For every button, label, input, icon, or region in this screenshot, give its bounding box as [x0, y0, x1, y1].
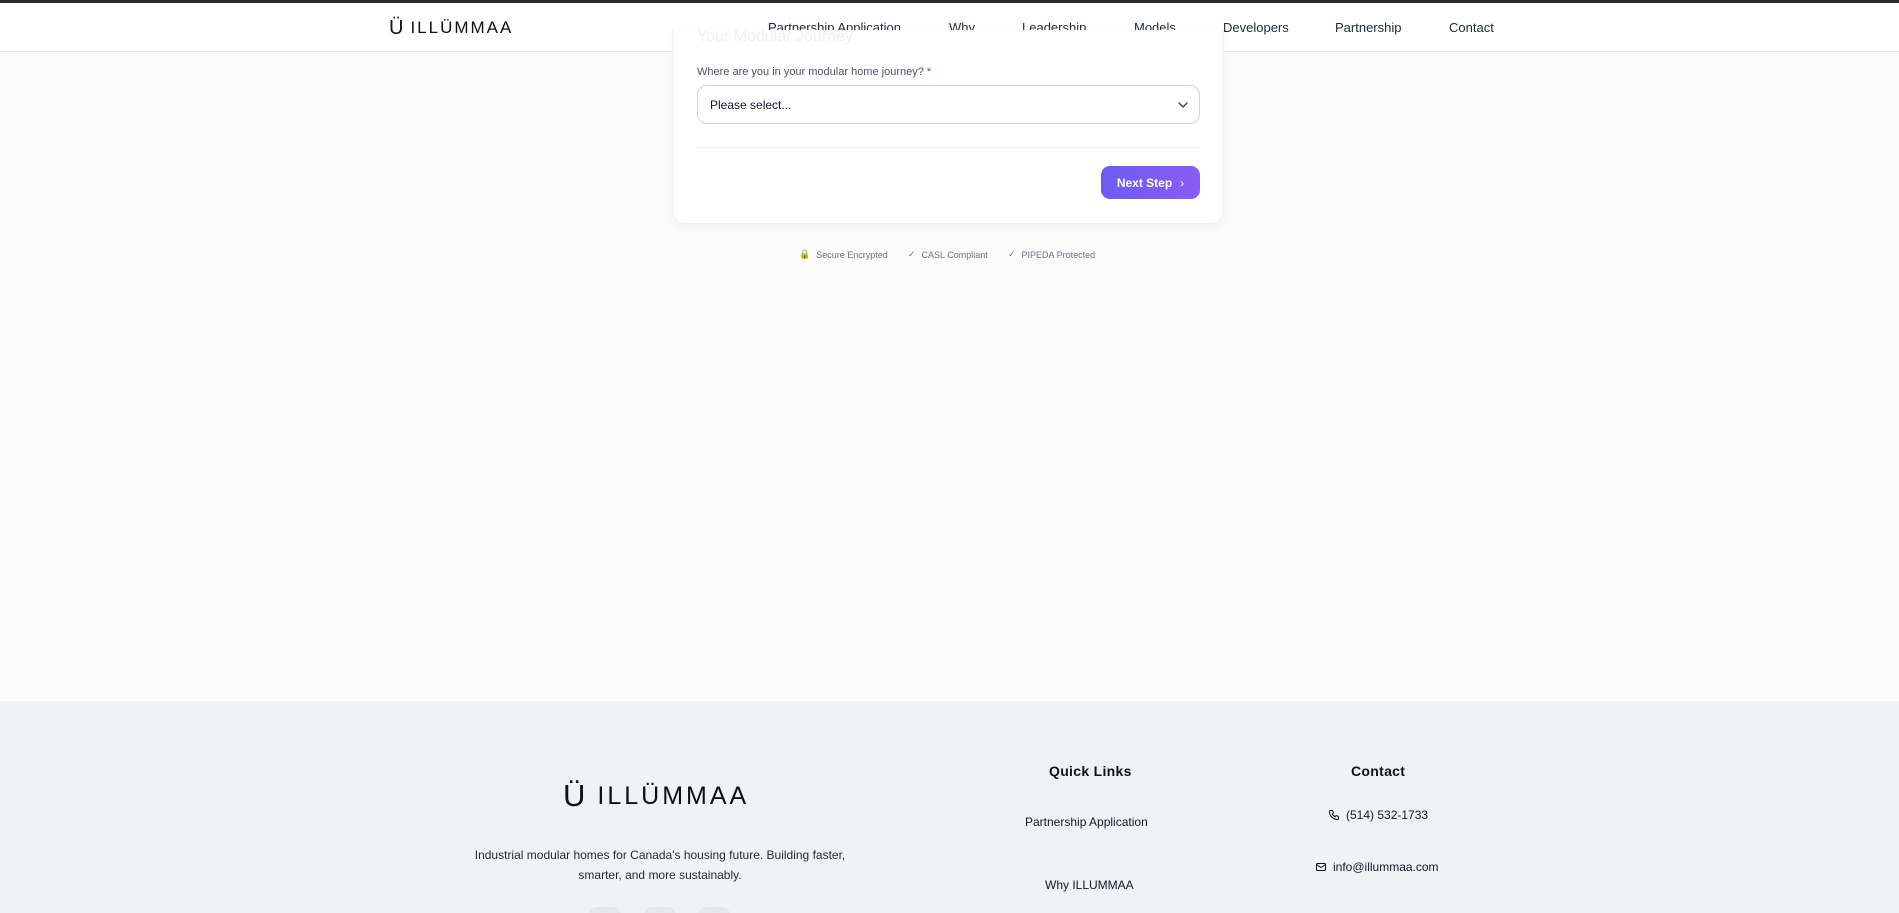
required-asterisk: * — [926, 66, 932, 78]
social-button[interactable] — [589, 907, 621, 913]
badge-casl-compliant: ✓ CASL Compliant — [908, 249, 988, 260]
badge-pipeda-protected: ✓ PIPEDA Protected — [1008, 249, 1095, 260]
form-divider — [697, 147, 1200, 148]
phone-icon — [1329, 810, 1339, 820]
footer-email[interactable]: info@illummaa.com — [1315, 860, 1439, 874]
nav-partnership[interactable]: Partnership — [1335, 20, 1401, 35]
badge-label: Secure Encrypted — [816, 249, 888, 260]
next-step-label: Next Step — [1116, 175, 1173, 190]
badge-secure-encrypted: 🔒 Secure Encrypted — [799, 249, 888, 260]
quick-links-title: Quick Links — [1049, 763, 1132, 779]
social-button[interactable] — [698, 907, 730, 913]
footer-logo[interactable]: Ü ILLÜMMAA — [563, 778, 750, 813]
journey-question-label: Where are you in your modular home journ… — [697, 66, 931, 78]
footer-description: Industrial modular homes for Canada's ho… — [474, 848, 846, 882]
check-icon: ✓ — [1008, 249, 1016, 259]
journey-select-value: Please select... — [710, 98, 792, 112]
trust-badges: 🔒 Secure Encrypted ✓ CASL Compliant ✓ PI… — [0, 249, 1899, 261]
journey-form-card: Your Modular Journey Where are you in yo… — [672, 28, 1224, 224]
footer-logo-wordmark: ILLÜMMAA — [597, 781, 750, 810]
phone-number: (514) 532-1733 — [1346, 808, 1429, 822]
chevron-right-icon: › — [1180, 175, 1185, 190]
nav-contact[interactable]: Contact — [1449, 20, 1494, 35]
footer-logo-mark: Ü — [563, 778, 586, 813]
footer-link-partnership-application[interactable]: Partnership Application — [1025, 815, 1148, 829]
footer-link-why-illummaa[interactable]: Why ILLUMMAA — [1045, 878, 1134, 892]
email-address: info@illummaa.com — [1333, 860, 1439, 874]
site-footer: Ü ILLÜMMAA Industrial modular homes for … — [0, 701, 1899, 913]
journey-select[interactable]: Please select... — [697, 85, 1200, 124]
lock-icon: 🔒 — [799, 249, 811, 259]
nav-developers[interactable]: Developers — [1223, 20, 1289, 35]
check-icon: ✓ — [908, 249, 916, 259]
badge-label: CASL Compliant — [921, 249, 988, 260]
mail-icon — [1316, 863, 1326, 871]
chevron-down-icon — [1178, 102, 1188, 108]
footer-phone[interactable]: (514) 532-1733 — [1328, 808, 1428, 822]
form-step-title: Your Modular Journey — [697, 28, 853, 45]
journey-question-text: Where are you in your modular home journ… — [697, 66, 924, 78]
next-step-button[interactable]: Next Step › — [1101, 166, 1200, 199]
badge-label: PIPEDA Protected — [1021, 249, 1096, 260]
contact-title: Contact — [1351, 763, 1406, 779]
social-button[interactable] — [644, 907, 676, 913]
